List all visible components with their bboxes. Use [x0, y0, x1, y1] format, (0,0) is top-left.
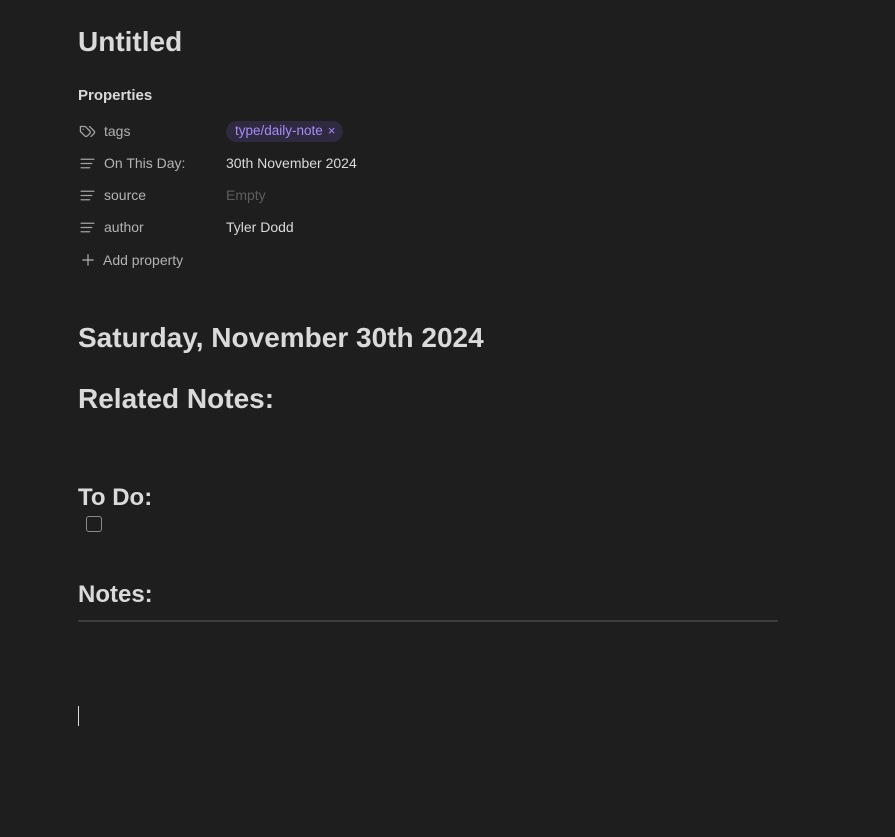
property-key-on-this-day[interactable]: On This Day:: [104, 155, 226, 171]
tag-pill[interactable]: type/daily-note ×: [226, 120, 344, 142]
horizontal-rule: [78, 620, 778, 622]
plus-icon: [80, 252, 96, 268]
property-key-source[interactable]: source: [104, 187, 226, 203]
tag-remove-icon[interactable]: ×: [328, 123, 336, 139]
todo-heading[interactable]: To Do:: [78, 483, 152, 513]
text-cursor: [78, 706, 79, 726]
note-editor: Untitled Properties tags type/daily-note…: [0, 0, 895, 837]
property-row-source[interactable]: source Empty: [78, 183, 778, 207]
property-key-tags[interactable]: tags: [104, 123, 226, 139]
add-property-button[interactable]: Add property: [80, 252, 183, 268]
tags-icon: [78, 122, 96, 140]
date-heading[interactable]: Saturday, November 30th 2024: [78, 321, 484, 355]
related-notes-heading[interactable]: Related Notes:: [78, 382, 274, 416]
property-key-author[interactable]: author: [104, 219, 226, 235]
todo-checkbox[interactable]: [86, 516, 102, 532]
text-lines-icon: [78, 154, 96, 172]
property-value-on-this-day[interactable]: 30th November 2024: [226, 155, 357, 171]
property-value-source[interactable]: Empty: [226, 187, 266, 203]
property-row-tags[interactable]: tags type/daily-note ×: [78, 119, 778, 143]
notes-heading[interactable]: Notes:: [78, 580, 153, 610]
property-row-on-this-day[interactable]: On This Day: 30th November 2024: [78, 151, 778, 175]
text-lines-icon: [78, 218, 96, 236]
text-lines-icon: [78, 186, 96, 204]
note-title[interactable]: Untitled: [78, 24, 182, 60]
property-row-author[interactable]: author Tyler Dodd: [78, 215, 778, 239]
add-property-label[interactable]: Add property: [103, 252, 183, 268]
property-value-author[interactable]: Tyler Dodd: [226, 219, 294, 235]
properties-heading[interactable]: Properties: [78, 87, 152, 105]
tag-label[interactable]: type/daily-note: [235, 123, 323, 139]
